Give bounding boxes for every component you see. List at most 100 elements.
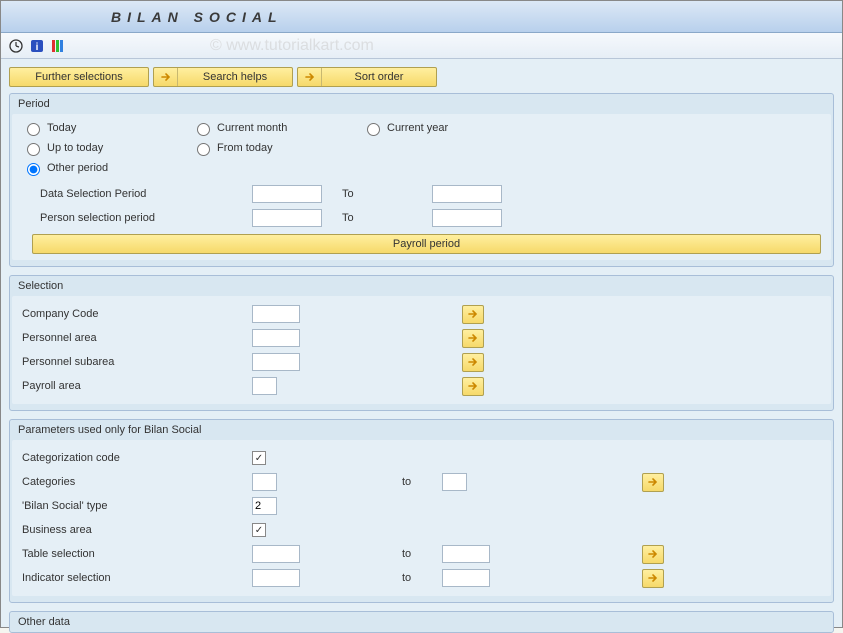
company-code-label: Company Code	[22, 308, 252, 320]
search-helps-label: Search helps	[178, 71, 292, 83]
further-selections-button[interactable]: Further selections	[9, 67, 149, 87]
payroll-area-multiselect-button[interactable]	[462, 377, 484, 396]
radio-other-period[interactable]: Other period	[22, 160, 192, 176]
radio-up-to-today[interactable]: Up to today	[22, 140, 192, 156]
radio-today[interactable]: Today	[22, 120, 192, 136]
content-area: Further selections Search helps Sort ord…	[1, 59, 842, 627]
parameters-panel-title: Parameters used only for Bilan Social	[10, 422, 833, 440]
period-panel: Period Today Current month Current year …	[9, 93, 834, 267]
categorization-code-checkbox[interactable]	[252, 451, 266, 465]
categorization-code-row: Categorization code	[22, 446, 821, 470]
company-code-multiselect-button[interactable]	[462, 305, 484, 324]
selection-panel: Selection Company Code Personnel area Pe…	[9, 275, 834, 411]
radio-from-today-input[interactable]	[197, 143, 210, 156]
further-selections-label: Further selections	[18, 71, 140, 83]
radio-up-to-today-label: Up to today	[47, 142, 103, 154]
search-helps-button[interactable]: Search helps	[153, 67, 293, 87]
categories-multiselect-button[interactable]	[642, 473, 664, 492]
window-title-bar: BILAN SOCIAL	[1, 1, 842, 33]
payroll-period-label: Payroll period	[41, 238, 812, 250]
selection-panel-title: Selection	[10, 278, 833, 296]
categories-from-input[interactable]	[252, 473, 277, 491]
sort-order-button[interactable]: Sort order	[297, 67, 437, 87]
table-selection-row: Table selection to	[22, 542, 821, 566]
radio-from-today-label: From today	[217, 142, 273, 154]
radio-current-year[interactable]: Current year	[362, 120, 562, 136]
other-data-panel-title: Other data	[10, 614, 833, 632]
radio-current-year-label: Current year	[387, 122, 448, 134]
info-icon[interactable]: i	[28, 37, 46, 55]
to-label: to	[402, 572, 442, 584]
radio-current-month-input[interactable]	[197, 123, 210, 136]
table-selection-label: Table selection	[22, 548, 252, 560]
data-selection-period-from-input[interactable]	[252, 185, 322, 203]
indicator-selection-row: Indicator selection to	[22, 566, 821, 590]
categories-to-input[interactable]	[442, 473, 467, 491]
table-selection-multiselect-button[interactable]	[642, 545, 664, 564]
business-area-label: Business area	[22, 524, 252, 536]
bilan-social-type-row: 'Bilan Social' type	[22, 494, 821, 518]
to-label: To	[342, 188, 432, 200]
sort-order-label: Sort order	[322, 71, 436, 83]
other-data-panel: Other data	[9, 611, 834, 633]
person-selection-period-label: Person selection period	[40, 212, 252, 224]
radio-up-to-today-input[interactable]	[27, 143, 40, 156]
personnel-area-row: Personnel area	[22, 326, 821, 350]
page-title: BILAN SOCIAL	[111, 9, 283, 25]
company-code-row: Company Code	[22, 302, 821, 326]
data-selection-period-label: Data Selection Period	[40, 188, 252, 200]
payroll-area-label: Payroll area	[22, 380, 252, 392]
data-selection-period-row: Data Selection Period To	[22, 182, 821, 206]
bilan-social-type-input[interactable]	[252, 497, 277, 515]
indicator-selection-label: Indicator selection	[22, 572, 252, 584]
radio-other-period-input[interactable]	[27, 163, 40, 176]
payroll-period-button[interactable]: Payroll period	[32, 234, 821, 254]
toolbar: i © www.tutorialkart.com	[1, 33, 842, 59]
personnel-area-input[interactable]	[252, 329, 300, 347]
table-selection-to-input[interactable]	[442, 545, 490, 563]
period-panel-body: Today Current month Current year Up to t…	[12, 114, 831, 260]
data-selection-period-to-input[interactable]	[432, 185, 502, 203]
radio-from-today[interactable]: From today	[192, 140, 362, 156]
person-selection-period-from-input[interactable]	[252, 209, 322, 227]
variant-icon[interactable]	[49, 37, 67, 55]
parameters-panel-body: Categorization code Categories to 'Bilan…	[12, 440, 831, 596]
arrow-right-icon	[154, 68, 178, 86]
indicator-selection-from-input[interactable]	[252, 569, 300, 587]
execute-icon[interactable]	[7, 37, 25, 55]
radio-other-period-label: Other period	[47, 162, 108, 174]
selection-panel-body: Company Code Personnel area Personnel su…	[12, 296, 831, 404]
payroll-area-input[interactable]	[252, 377, 277, 395]
personnel-subarea-multiselect-button[interactable]	[462, 353, 484, 372]
business-area-row: Business area	[22, 518, 821, 542]
radio-current-month-label: Current month	[217, 122, 287, 134]
action-button-row: Further selections Search helps Sort ord…	[9, 67, 834, 87]
personnel-area-label: Personnel area	[22, 332, 252, 344]
svg-text:i: i	[36, 42, 39, 53]
categories-label: Categories	[22, 476, 252, 488]
bilan-social-type-label: 'Bilan Social' type	[22, 500, 252, 512]
person-selection-period-to-input[interactable]	[432, 209, 502, 227]
period-panel-title: Period	[10, 96, 833, 114]
watermark: © www.tutorialkart.com	[210, 37, 374, 55]
radio-today-input[interactable]	[27, 123, 40, 136]
business-area-checkbox[interactable]	[252, 523, 266, 537]
personnel-subarea-input[interactable]	[252, 353, 300, 371]
parameters-panel: Parameters used only for Bilan Social Ca…	[9, 419, 834, 603]
indicator-selection-multiselect-button[interactable]	[642, 569, 664, 588]
indicator-selection-to-input[interactable]	[442, 569, 490, 587]
categorization-code-label: Categorization code	[22, 452, 252, 464]
personnel-subarea-row: Personnel subarea	[22, 350, 821, 374]
personnel-area-multiselect-button[interactable]	[462, 329, 484, 348]
person-selection-period-row: Person selection period To	[22, 206, 821, 230]
company-code-input[interactable]	[252, 305, 300, 323]
table-selection-from-input[interactable]	[252, 545, 300, 563]
arrow-right-icon	[298, 68, 322, 86]
to-label: to	[402, 548, 442, 560]
categories-row: Categories to	[22, 470, 821, 494]
radio-current-month[interactable]: Current month	[192, 120, 362, 136]
radio-current-year-input[interactable]	[367, 123, 380, 136]
radio-today-label: Today	[47, 122, 76, 134]
to-label: To	[342, 212, 432, 224]
to-label: to	[402, 476, 442, 488]
